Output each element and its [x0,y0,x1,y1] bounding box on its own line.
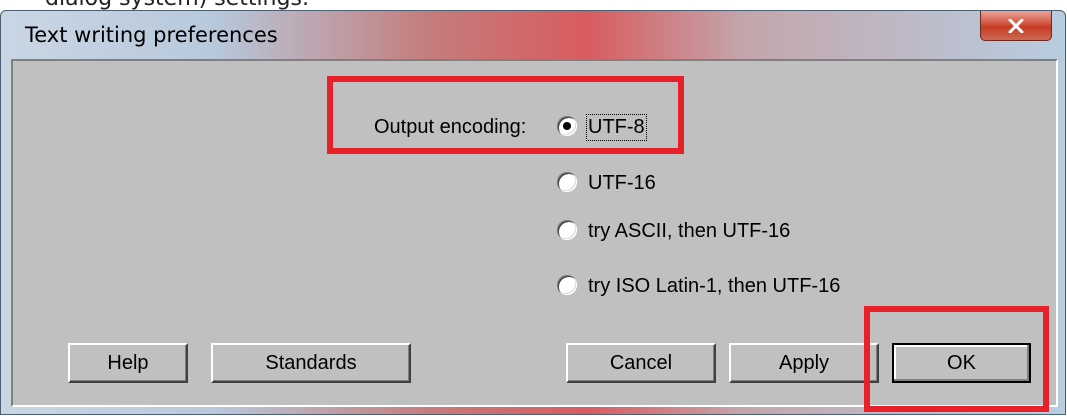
radio-try-ascii-label[interactable]: try ASCII, then UTF-16 [588,220,790,243]
close-icon [1008,18,1024,33]
cancel-button[interactable]: Cancel [566,343,716,383]
radio-utf16-label[interactable]: UTF-16 [588,172,656,195]
radio-try-latin1[interactable] [557,275,577,295]
radio-utf16[interactable] [557,172,577,192]
apply-button[interactable]: Apply [729,343,879,383]
standards-button[interactable]: Standards [211,343,411,383]
encoding-highlight-box [327,76,684,154]
ok-highlight-box [864,306,1049,412]
window-title: Text writing preferences [25,23,278,47]
background-page-strip: dialog system) settings: [0,0,1067,10]
radio-try-latin1-label[interactable]: try ISO Latin-1, then UTF-16 [588,275,840,298]
help-button[interactable]: Help [68,343,188,383]
title-bar[interactable]: Text writing preferences [1,11,1065,59]
radio-try-ascii[interactable] [557,220,577,240]
close-button[interactable] [980,11,1052,41]
background-page-text: dialog system) settings: [45,0,309,10]
